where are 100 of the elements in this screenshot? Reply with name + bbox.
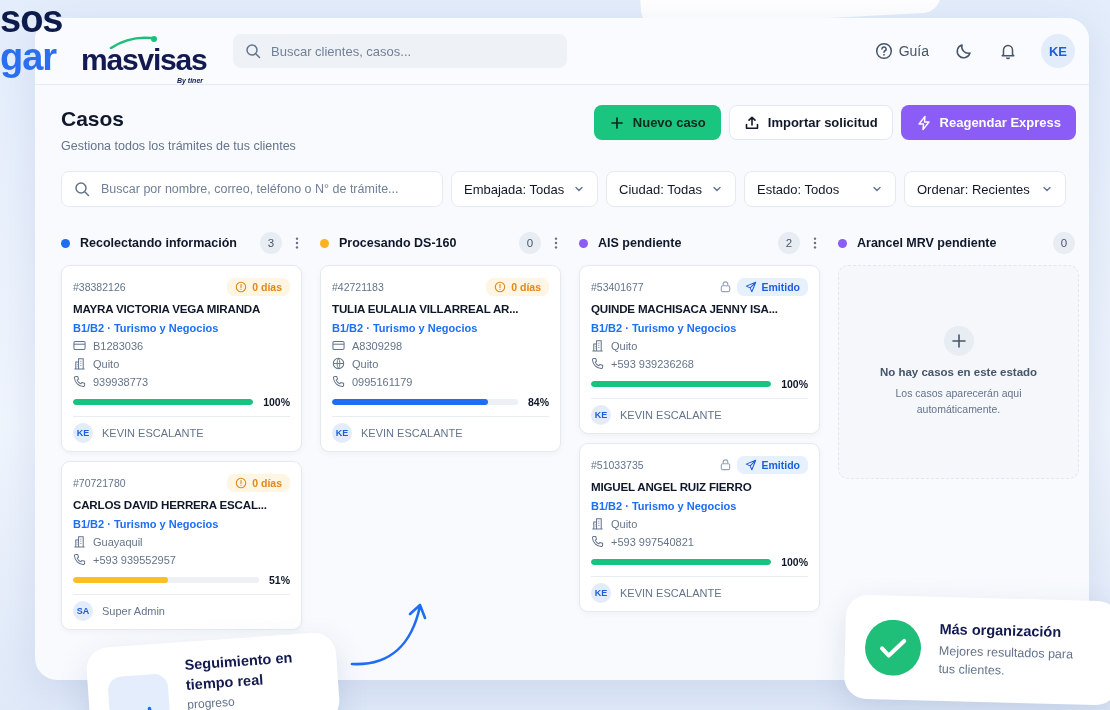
detail-text: Quito [93, 357, 120, 370]
detail-text: 939938773 [93, 375, 149, 388]
column-title: Recolectando información [80, 236, 238, 250]
case-card[interactable]: #70721780 0 días CARLOS DAVID HERRERA ESCAL... B1/B2 · Turismo y Negocios Guayaquil +593 939552957 51% SA Super Admin [61, 461, 302, 630]
guide-button[interactable]: Guía [874, 42, 929, 60]
phone-icon [73, 375, 86, 388]
progress-percent: 100% [781, 378, 808, 390]
phone-icon [332, 375, 345, 388]
user-avatar[interactable]: KE [1041, 34, 1075, 68]
action-button[interactable]: Reagendar Express [900, 105, 1076, 140]
phone-icon [591, 535, 604, 548]
upload-icon [743, 114, 760, 131]
visa-type: B1/B2 · Turismo y Negocios [73, 322, 220, 334]
progress-percent: 100% [263, 396, 290, 408]
visa-type: B1/B2 · Turismo y Negocios [591, 322, 738, 334]
case-card[interactable]: #42721183 0 días TULIA EULALIA VILLARREAL AR... B1/B2 · Turismo y Negocios A8309298 Quito 0995161179 84% KE KEVIN ESCALANTE [320, 265, 561, 452]
more-icon[interactable] [812, 236, 818, 250]
callout-title: Más organización [939, 619, 1063, 642]
client-name: TULIA EULALIA VILLARREAL AR... [332, 302, 520, 315]
alert-icon [235, 280, 248, 293]
action-button[interactable]: Nuevo caso [593, 105, 721, 140]
filter-dropdown[interactable]: Embajada: Todas [451, 171, 598, 207]
client-name: QUINDE MACHISACA JENNY ISA... [591, 302, 779, 315]
status-badge: Emitido [736, 277, 808, 296]
search-icon [245, 43, 261, 59]
case-number: #70721780 [73, 476, 126, 489]
phone-icon [591, 357, 604, 370]
assignee-name: KEVIN ESCALANTE [361, 427, 463, 439]
search-input[interactable]: Buscar por nombre, correo, teléfono o N° de trámite... [99, 181, 430, 197]
assignee-avatar: KE [591, 405, 611, 425]
count-badge: 3 [260, 232, 282, 254]
progress-percent: 84% [528, 396, 549, 408]
action-button[interactable]: Importar solicitud [728, 105, 893, 140]
card-icon [332, 339, 345, 352]
visa-type: B1/B2 · Turismo y Negocios [591, 500, 738, 512]
case-number: #51033735 [591, 458, 644, 471]
assignee-name: KEVIN ESCALANTE [620, 409, 722, 421]
help-icon [874, 42, 893, 60]
callout-text: Mejores resultados para tus clientes. [938, 643, 1075, 680]
building-icon [591, 339, 604, 352]
status-badge: 0 días [227, 473, 290, 492]
detail-text: +593 997540821 [611, 535, 694, 548]
headline-text: gar [0, 38, 57, 76]
visa-type: B1/B2 · Turismo y Negocios [73, 518, 220, 530]
alert-icon [494, 280, 507, 293]
count-badge: 0 [1053, 232, 1075, 254]
plus-icon [608, 114, 625, 131]
alert-icon [235, 476, 248, 489]
progress-percent: 100% [781, 556, 808, 568]
phone-icon [73, 553, 86, 566]
detail-text: A8309298 [352, 339, 403, 352]
filter-dropdown[interactable]: Ciudad: Todas [606, 171, 736, 207]
page-subtitle: Gestiona todos los trámites de tus clientes [61, 139, 296, 153]
building-icon [73, 535, 86, 548]
bell-icon[interactable] [999, 42, 1017, 60]
more-icon[interactable] [294, 236, 300, 250]
count-badge: 0 [519, 232, 541, 254]
logo-text: masvisas [81, 45, 207, 75]
search-icon [74, 181, 90, 197]
case-number: #53401677 [591, 280, 644, 293]
assignee-avatar: KE [591, 583, 611, 603]
assignee-avatar: KE [73, 423, 93, 443]
building-icon [591, 517, 604, 530]
search-field[interactable]: Buscar por nombre, correo, teléfono o N° de trámite... [61, 171, 443, 207]
callout-title: Seguimiento en tiempo real [183, 648, 294, 695]
assignee-name: Super Admin [102, 605, 165, 617]
check-icon [864, 618, 922, 677]
lightning-icon [915, 114, 932, 131]
headline-text: sos [0, 0, 63, 38]
moon-icon[interactable] [955, 42, 973, 60]
visa-type: B1/B2 · Turismo y Negocios [332, 322, 479, 334]
send-icon [744, 280, 757, 293]
filter-dropdown[interactable]: Ordenar: Recientes [904, 171, 1066, 207]
case-card[interactable]: #51033735 Emitido MIGUEL ANGEL RUIZ FIERRO B1/B2 · Turismo y Negocios Quito +593 997540821 100% KE KEVIN ESCALANTE [579, 443, 820, 612]
case-card[interactable]: #38382126 0 días MAYRA VICTORIA VEGA MIRANDA B1/B2 · Turismo y Negocios B1283036 Quito 939938773 100% KE KEVIN ESCALANTE [61, 265, 302, 452]
client-name: MIGUEL ANGEL RUIZ FIERRO [591, 480, 753, 493]
empty-title: No hay casos en este estado [879, 366, 1038, 379]
progress-percent: 51% [269, 574, 290, 586]
more-icon[interactable] [553, 236, 559, 250]
client-name: CARLOS DAVID HERRERA ESCAL... [73, 498, 268, 511]
arc-icon [109, 35, 159, 49]
assignee-name: KEVIN ESCALANTE [620, 587, 722, 599]
detail-text: Quito [611, 517, 638, 530]
detail-text: +593 939236268 [611, 357, 694, 370]
search-field[interactable]: Buscar clientes, casos... [233, 34, 567, 68]
column-title: Procesando DS-160 [339, 236, 458, 250]
status-badge: 0 días [227, 277, 290, 296]
assignee-avatar: SA [73, 601, 93, 621]
search-input[interactable]: Buscar clientes, casos... [269, 42, 555, 60]
client-name: MAYRA VICTORIA VEGA MIRANDA [73, 302, 262, 315]
filter-dropdown[interactable]: Estado: Todos [744, 171, 896, 207]
globe-icon [332, 357, 345, 370]
add-icon[interactable] [943, 326, 974, 357]
case-card[interactable]: #53401677 Emitido QUINDE MACHISACA JENNY ISA... B1/B2 · Turismo y Negocios Quito +593 939236268 100% KE KEVIN ESCALANTE [579, 265, 820, 434]
detail-text: Quito [352, 357, 379, 370]
detail-text: B1283036 [93, 339, 144, 352]
detail-text: Guayaquil [93, 535, 143, 548]
assignee-name: KEVIN ESCALANTE [102, 427, 204, 439]
card-icon [73, 339, 86, 352]
status-badge: Emitido [736, 455, 808, 474]
